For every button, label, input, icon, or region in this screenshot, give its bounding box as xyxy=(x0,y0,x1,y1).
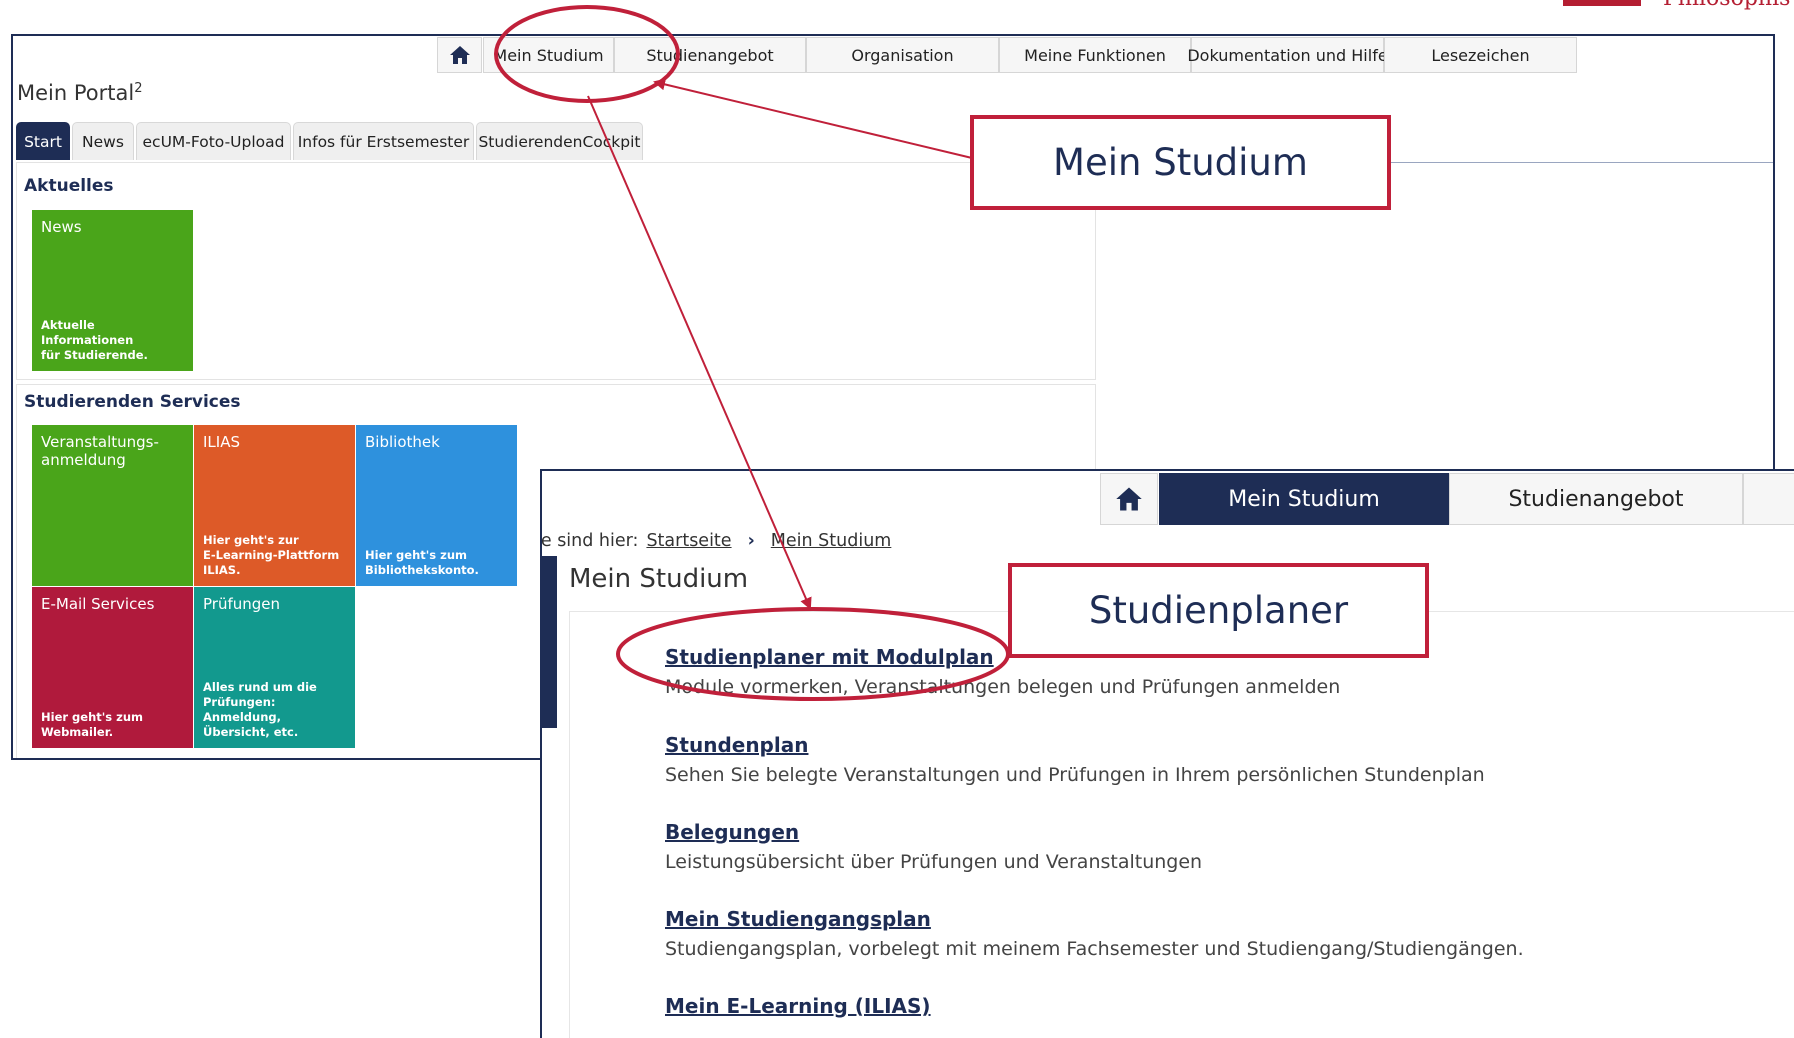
entry-e-learning: Mein E-Learning (ILIAS) xyxy=(665,993,931,1019)
nav-meine-funktionen[interactable]: Meine Funktionen xyxy=(999,37,1191,73)
entry-stundenplan: Stundenplan Sehen Sie belegte Veranstalt… xyxy=(665,732,1485,788)
tile-title: Prüfungen xyxy=(203,595,281,613)
nav-lesezeichen[interactable]: Lesezeichen xyxy=(1384,37,1577,73)
tab-infos-erstsemester[interactable]: Infos für Erstsemester xyxy=(293,122,474,160)
tile-title: Veranstaltungs- anmeldung xyxy=(41,433,159,469)
sidebar-toggle[interactable] xyxy=(542,556,557,728)
page-title-text: Mein Portal xyxy=(17,81,135,105)
tile-desc: Aktuelle Informationen für Studierende. xyxy=(41,318,148,362)
logo-bar xyxy=(1563,0,1641,6)
home-button[interactable] xyxy=(437,37,482,73)
nav-item-partial[interactable] xyxy=(1743,473,1794,525)
nav-studienangebot[interactable]: Studienangebot xyxy=(614,37,806,73)
home-icon xyxy=(449,46,470,64)
tile-title: ILIAS xyxy=(203,433,240,451)
breadcrumb: ie sind hier: Startseite › Mein Studium xyxy=(540,531,892,551)
entry-desc: Leistungsübersicht über Prüfungen und Ve… xyxy=(665,851,1203,873)
tile-email-services[interactable]: E-Mail Services Hier geht's zum Webmaile… xyxy=(32,587,193,748)
section-title-aktuelles: Aktuelles xyxy=(24,176,114,196)
entry-link[interactable]: Mein Studiengangsplan xyxy=(665,906,1524,932)
section-title-services: Studierenden Services xyxy=(24,392,241,412)
entry-link[interactable]: Stundenplan xyxy=(665,732,1485,758)
nav-mein-studium-active[interactable]: Mein Studium xyxy=(1159,473,1449,525)
tile-bibliothek[interactable]: Bibliothek Hier geht's zum Bibliotheksko… xyxy=(356,425,517,586)
entry-link[interactable]: Belegungen xyxy=(665,819,1202,845)
tile-title: Bibliothek xyxy=(365,433,440,451)
entry-desc: Sehen Sie belegte Veranstaltungen und Pr… xyxy=(665,764,1485,786)
page-title: Mein Portal2 xyxy=(17,81,142,105)
entry-link[interactable]: Mein E-Learning (ILIAS) xyxy=(665,993,931,1019)
entry-desc: Studiengangsplan, vorbelegt mit meinem F… xyxy=(665,938,1524,960)
entry-desc: Module vormerken, Veranstaltungen belege… xyxy=(665,676,1341,698)
entry-studiengangsplan: Mein Studiengangsplan Studiengangsplan, … xyxy=(665,906,1524,962)
tile-news[interactable]: News Aktuelle Informationen für Studiere… xyxy=(32,210,193,371)
tab-news[interactable]: News xyxy=(72,122,134,160)
tile-veranstaltungsanmeldung[interactable]: Veranstaltungs- anmeldung xyxy=(32,425,193,586)
tab-start[interactable]: Start xyxy=(16,122,70,160)
breadcrumb-startseite[interactable]: Startseite xyxy=(646,531,731,551)
tile-ilias[interactable]: ILIAS Hier geht's zur E-Learning-Plattfo… xyxy=(194,425,355,586)
tile-title: News xyxy=(41,218,82,236)
chevron-right-icon: › xyxy=(747,531,755,551)
tile-desc: Hier geht's zum Bibliothekskonto. xyxy=(365,548,479,577)
home-icon xyxy=(1116,487,1142,511)
mein-studium-screenshot: Mein Studium Studienangebot ie sind hier… xyxy=(540,469,1794,1038)
page-title: Mein Studium xyxy=(569,564,749,594)
callout-mein-studium: Mein Studium xyxy=(970,115,1391,210)
nav-studienangebot[interactable]: Studienangebot xyxy=(1449,473,1743,525)
tab-studierendencockpit[interactable]: StudierendenCockpit xyxy=(476,122,643,160)
tile-desc: Hier geht's zum Webmailer. xyxy=(41,710,143,739)
entry-belegungen: Belegungen Leistungsübersicht über Prüfu… xyxy=(665,819,1202,875)
tile-desc: Alles rund um die Prüfungen: Anmeldung, … xyxy=(203,680,317,739)
tab-foto-upload[interactable]: ecUM-Foto-Upload xyxy=(136,122,291,160)
callout-studienplaner: Studienplaner xyxy=(1008,563,1429,658)
nav-organisation[interactable]: Organisation xyxy=(806,37,999,73)
breadcrumb-prefix: ie sind hier: xyxy=(540,531,639,551)
logo-text: Philosophis xyxy=(1663,0,1790,11)
breadcrumb-mein-studium[interactable]: Mein Studium xyxy=(771,531,892,551)
tile-title: E-Mail Services xyxy=(41,595,155,613)
home-button[interactable] xyxy=(1100,473,1158,525)
nav-mein-studium[interactable]: Mein Studium xyxy=(483,37,614,73)
nav-dokumentation-hilfe[interactable]: Dokumentation und Hilfe xyxy=(1187,37,1388,73)
page-title-sup: 2 xyxy=(134,81,143,96)
tile-desc: Hier geht's zur E-Learning-Plattform ILI… xyxy=(203,533,340,577)
tile-pruefungen[interactable]: Prüfungen Alles rund um die Prüfungen: A… xyxy=(194,587,355,748)
